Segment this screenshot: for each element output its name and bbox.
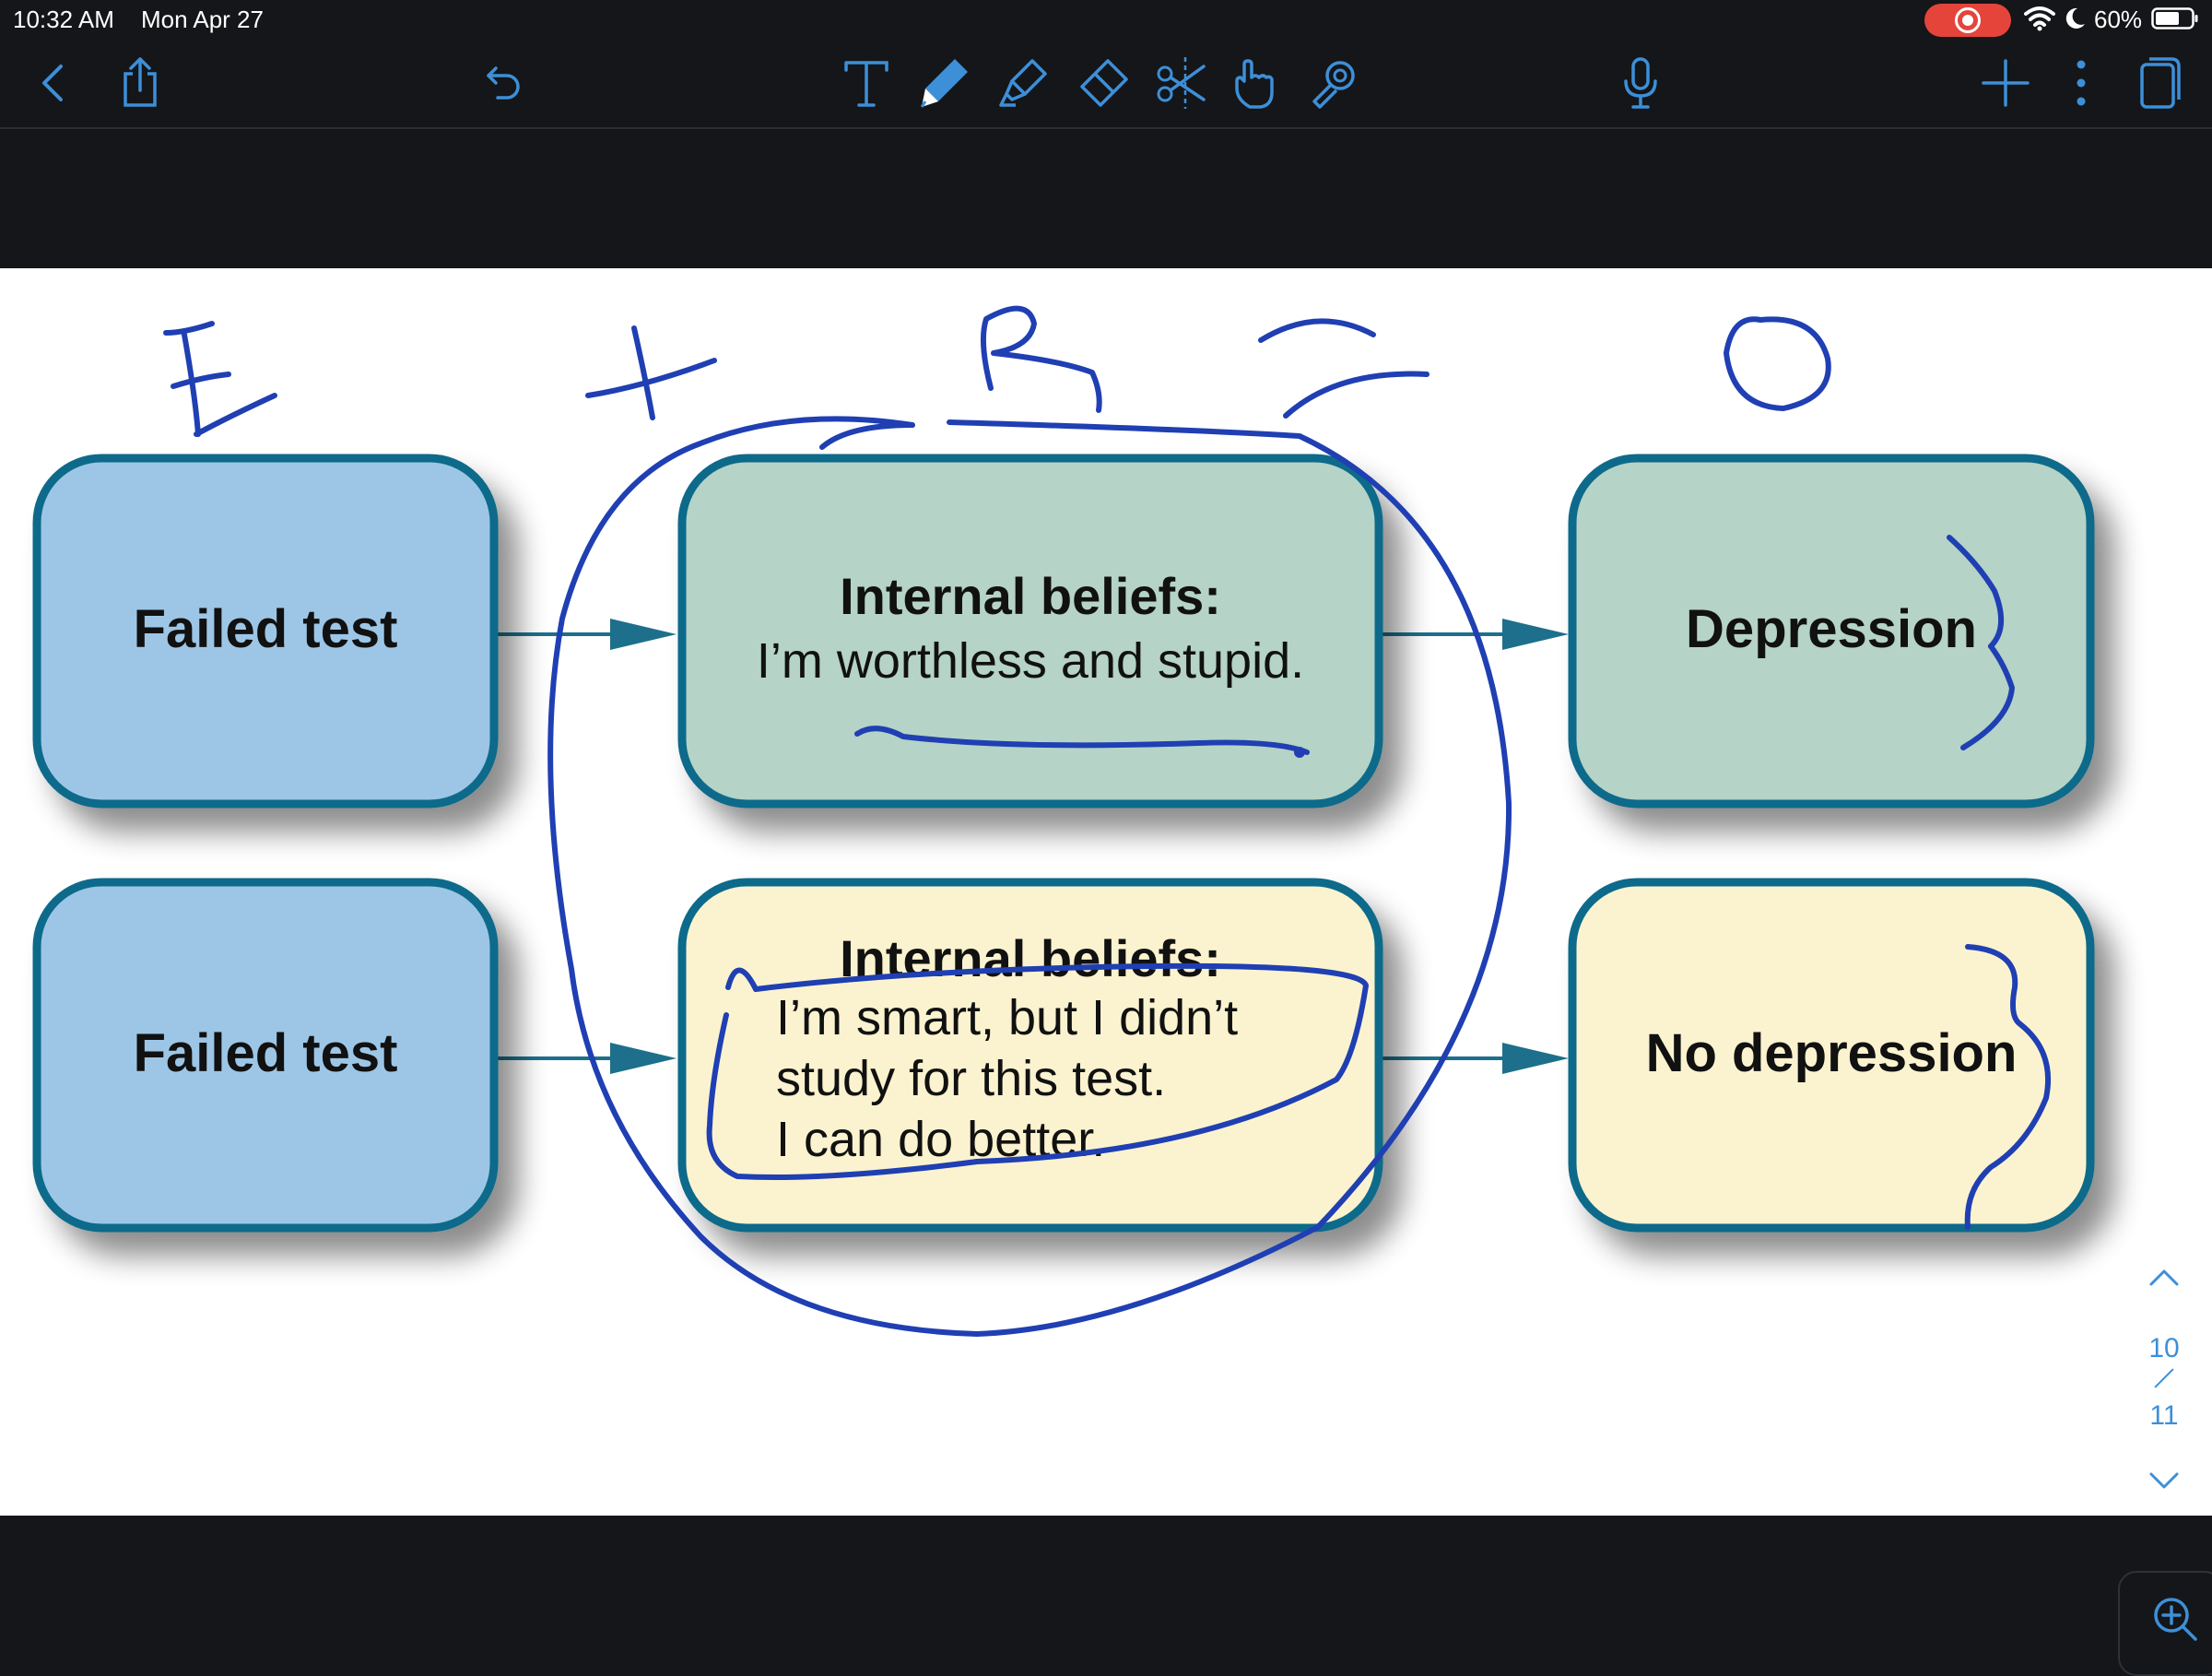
- text-tool-icon[interactable]: [837, 53, 896, 112]
- belief-line-row2-3: I can do better.: [776, 1112, 1106, 1167]
- previous-page-icon[interactable]: [2146, 1264, 2183, 1292]
- toolbar-divider: [0, 127, 2212, 129]
- arrow-row1-b: [1379, 619, 1569, 650]
- screen-recording-indicator[interactable]: [1924, 4, 2011, 37]
- status-time: 10:32 AM: [13, 6, 114, 33]
- event-label-row2: Failed test: [133, 1023, 398, 1083]
- undo-icon[interactable]: [474, 53, 533, 112]
- outcome-label-row1: Depression: [1686, 599, 1977, 659]
- status-date: Mon Apr 27: [141, 6, 264, 33]
- arrow-row1-a: [498, 619, 677, 650]
- laser-pointer-icon[interactable]: [1305, 53, 1364, 112]
- outcome-label-row2: No depression: [1645, 1023, 2018, 1083]
- status-bar: 10:32 AM Mon Apr 27 60%: [0, 0, 2212, 39]
- eraser-tool-icon[interactable]: [1073, 53, 1132, 112]
- toolbar: [0, 39, 2212, 127]
- more-icon[interactable]: [2052, 53, 2111, 112]
- arrow-row2-a: [498, 1043, 677, 1074]
- highlighter-tool-icon[interactable]: [994, 53, 1053, 112]
- pages-icon[interactable]: [2129, 53, 2188, 112]
- microphone-icon[interactable]: [1611, 53, 1670, 112]
- pen-tool-icon[interactable]: [914, 53, 973, 112]
- total-page-number: 11: [2149, 1400, 2179, 1431]
- current-page-number: 10: [2148, 1333, 2180, 1363]
- belief-box-row1: [677, 454, 1383, 808]
- share-icon[interactable]: [111, 53, 170, 112]
- add-icon[interactable]: [1976, 53, 2035, 112]
- belief-line-row1-1: I’m worthless and stupid.: [756, 633, 1305, 689]
- zoom-button[interactable]: [2118, 1571, 2212, 1676]
- belief-line-row2-2: study for this test.: [776, 1051, 1167, 1106]
- notebook-page[interactable]: Failed test Internal beliefs: I’m worthl…: [0, 268, 2212, 1516]
- belief-title-row1: Internal beliefs:: [840, 567, 1221, 625]
- arrow-row2-b: [1379, 1043, 1569, 1074]
- record-icon: [1955, 7, 1981, 33]
- belief-line-row2-1: I’m smart, but I didn’t: [776, 990, 1239, 1045]
- back-icon[interactable]: [24, 53, 83, 112]
- lasso-scissors-icon[interactable]: [1152, 53, 1211, 112]
- do-not-disturb-moon-icon: [2065, 7, 2085, 29]
- hand-pointer-icon[interactable]: [1228, 53, 1287, 112]
- event-label-row1: Failed test: [133, 599, 398, 659]
- flow-diagram: [32, 454, 2095, 1233]
- belief-title-row2: Internal beliefs:: [840, 929, 1221, 987]
- next-page-icon[interactable]: [2146, 1467, 2183, 1494]
- wifi-icon: [2024, 6, 2055, 31]
- battery-percentage: 60%: [2094, 6, 2143, 33]
- battery-icon: [2151, 7, 2198, 30]
- zoom-in-icon: [2154, 1598, 2197, 1641]
